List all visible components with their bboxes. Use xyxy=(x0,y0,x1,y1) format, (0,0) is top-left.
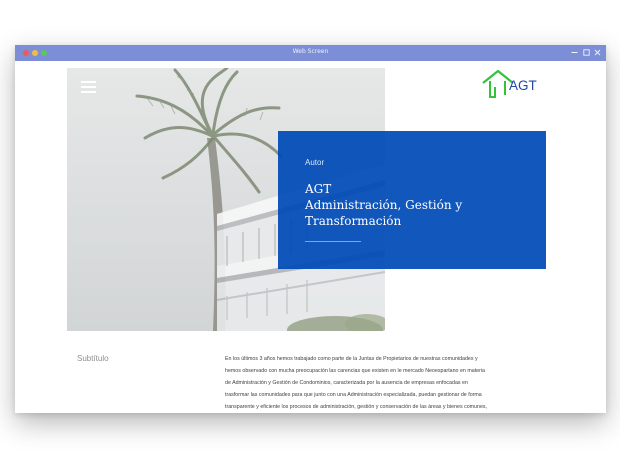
hero-title: AGT Administración, Gestión y Transforma… xyxy=(305,181,535,229)
house-wall-icon xyxy=(489,81,496,98)
body-line: de Administración y Gestión de Condomini… xyxy=(225,380,468,386)
body-line: hemos observado con mucha preocupación l… xyxy=(225,368,485,374)
body-line: En los últimos 3 años hemos trabajado co… xyxy=(225,356,478,362)
close-icon[interactable] xyxy=(593,48,602,57)
title-bar: Web Screen xyxy=(15,45,606,61)
agt-logo[interactable]: AGT xyxy=(481,67,551,103)
hero-title-line: Administración, Gestión y xyxy=(305,198,463,212)
hero-title-panel: Autor AGT Administración, Gestión y Tran… xyxy=(278,131,546,269)
author-label: Autor xyxy=(305,158,325,167)
browser-window: Web Screen AGT Autor AGT Administración,… xyxy=(15,45,606,413)
section-subtitle: Subtítulo xyxy=(77,354,109,363)
body-line: transparente y eficiente los procesos de… xyxy=(225,404,488,410)
window-title: Web Screen xyxy=(292,48,329,55)
title-divider xyxy=(305,241,361,242)
body-paragraph: En los últimos 3 años hemos trabajado co… xyxy=(225,353,551,413)
body-line: trasformar las comunidades para que junt… xyxy=(225,392,482,398)
hero-title-line: AGT xyxy=(305,182,332,196)
hero-title-line: Transformación xyxy=(305,214,402,228)
logo-wordmark: AGT xyxy=(509,78,537,93)
hamburger-menu-icon[interactable] xyxy=(81,81,96,93)
minimize-icon[interactable] xyxy=(570,48,579,57)
maximize-icon[interactable] xyxy=(582,48,591,57)
